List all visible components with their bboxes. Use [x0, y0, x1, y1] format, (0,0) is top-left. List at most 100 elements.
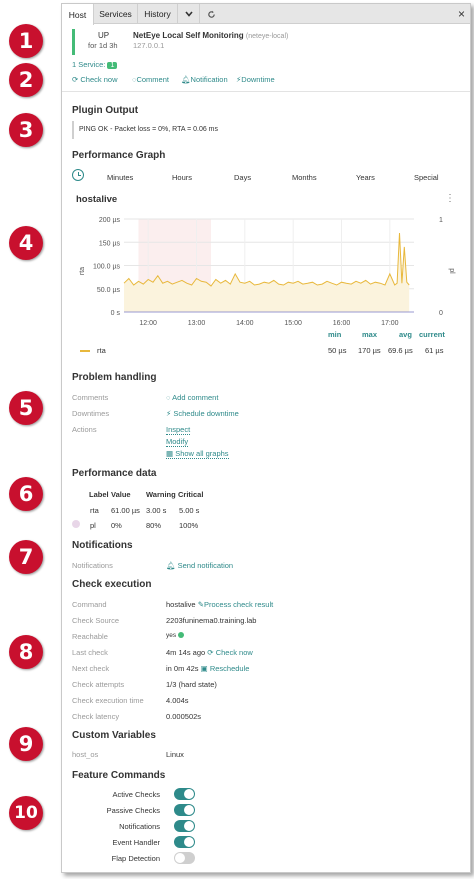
execution-time-label: Check execution time — [72, 696, 144, 705]
step-badge-3: 3 — [9, 113, 43, 147]
host-display-name: NetEye Local Self Monitoring — [133, 31, 244, 40]
plugin-output-bar — [72, 121, 74, 139]
process-check-result-label: Process check result — [204, 600, 274, 609]
range-hours[interactable]: Hours — [172, 173, 192, 182]
y-tick-label: 0 s — [111, 310, 121, 317]
legend-max-value: 170 µs — [358, 346, 381, 355]
add-comment-label: Add comment — [172, 393, 219, 402]
chevron-down-icon[interactable] — [178, 4, 200, 24]
reschedule-link[interactable]: ▣ Reschedule — [201, 664, 250, 673]
legend-avg-value: 69.6 µs — [388, 346, 413, 355]
perfdata-header-warning: Warning — [146, 490, 176, 499]
check-attempts-label: Check attempts — [72, 680, 125, 689]
refresh-icon: ⟳ — [72, 75, 79, 84]
refresh-icon[interactable] — [200, 4, 222, 24]
performance-chart: 200 µs 150 µs 100.0 µs 50.0 µs 0 s 1 0 12:00 13:… — [79, 217, 455, 327]
reachable-value: yes — [166, 632, 184, 639]
performance-graph-title: Performance Graph — [72, 150, 166, 161]
range-months[interactable]: Months — [292, 173, 317, 182]
plug-icon: ⚡︎ — [166, 409, 172, 418]
passive-checks-label: Passive Checks — [106, 806, 160, 815]
downtimes-label: Downtimes — [72, 409, 110, 418]
performance-data-title: Performance data — [72, 468, 157, 479]
legend-min-value: 50 µs — [328, 346, 347, 355]
chart-icon: ▦ — [166, 449, 174, 458]
show-all-graphs-label: Show all graphs — [175, 449, 229, 458]
plugin-output-title: Plugin Output — [72, 105, 139, 116]
tab-history[interactable]: History — [138, 4, 178, 24]
check-source-value: 2203funinema0.training.lab — [166, 616, 257, 625]
close-icon[interactable]: × — [458, 7, 465, 21]
notification-action[interactable]: 🔔︎Notification — [181, 75, 228, 84]
custom-variables-title: Custom Variables — [72, 730, 156, 741]
y-tick-label: 200 µs — [99, 217, 121, 224]
x-tick-label: 13:00 — [188, 320, 206, 327]
add-comment-link[interactable]: ◌ Add comment — [166, 393, 218, 402]
host-os-value: Linux — [166, 750, 184, 759]
downtime-label: Downtime — [241, 75, 275, 84]
step-badge-1: 1 — [9, 24, 43, 58]
legend-swatch — [80, 350, 90, 352]
check-now-link[interactable]: ⟳ Check now — [207, 648, 253, 657]
x-tick-label: 12:00 — [139, 320, 157, 327]
modify-link[interactable]: Modify — [166, 437, 189, 447]
pl-color-dot — [72, 520, 80, 528]
schedule-downtime-link[interactable]: ⚡︎ Schedule downtime — [166, 409, 239, 418]
comment-label: Comment — [136, 75, 169, 84]
clock-icon[interactable] — [72, 169, 84, 181]
plugin-output-text: PING OK - Packet loss = 0%, RTA = 0.06 m… — [79, 126, 219, 133]
send-notification-link[interactable]: 🔔︎ Send notification — [166, 561, 233, 570]
range-special[interactable]: Special — [414, 173, 439, 182]
flap-detection-toggle[interactable] — [174, 852, 195, 864]
legend-header-current: current — [419, 330, 445, 339]
show-all-graphs-link[interactable]: ▦ Show all graphs — [166, 449, 229, 459]
x-tick-label: 17:00 — [381, 320, 399, 327]
perfdata-header-value: Value — [111, 490, 131, 499]
range-minutes[interactable]: Minutes — [107, 173, 133, 182]
services-summary[interactable]: 1 Service: 1 — [72, 60, 118, 69]
y-tick-label: 150 µs — [99, 240, 121, 247]
reachable-ok-icon — [177, 632, 184, 639]
notification-label: Notification — [190, 75, 228, 84]
check-latency-label: Check latency — [72, 712, 120, 721]
step-badge-2: 2 — [9, 63, 43, 97]
legend-current-value: 61 µs — [425, 346, 444, 355]
graph-title: hostalive — [76, 194, 118, 205]
bell-icon: 🔔︎ — [166, 561, 176, 570]
host-state-duration: for 1d 3h — [88, 41, 118, 50]
x-tick-label: 16:00 — [333, 320, 351, 327]
reachable-text: yes — [166, 632, 177, 639]
check-attempts-value: 1/3 (hard state) — [166, 680, 217, 689]
inspect-link[interactable]: Inspect — [166, 425, 191, 435]
reschedule-label: Reschedule — [209, 664, 250, 673]
feature-commands-title: Feature Commands — [72, 770, 166, 781]
next-check-time: in 0m 42s — [166, 664, 199, 673]
tab-host[interactable]: Host — [62, 4, 94, 25]
event-handler-toggle[interactable] — [174, 836, 195, 848]
step-badge-8: 8 — [9, 635, 43, 669]
host-name: NetEye Local Self Monitoring (neteye-loc… — [133, 31, 288, 40]
command-value: hostalive ✎Process check result — [166, 600, 273, 609]
active-checks-toggle[interactable] — [174, 788, 195, 800]
check-now-action[interactable]: ⟳ Check now — [72, 75, 118, 84]
comment-action[interactable]: ◌Comment — [132, 75, 169, 84]
downtime-action[interactable]: ⚡︎Downtime — [236, 75, 275, 84]
comment-icon: ◌ — [166, 393, 171, 402]
check-source-label: Check Source — [72, 616, 120, 625]
process-check-result-link[interactable]: ✎Process check result — [198, 600, 274, 609]
tab-services[interactable]: Services — [94, 4, 138, 24]
more-options-icon[interactable]: ⋮ — [445, 193, 455, 204]
range-years[interactable]: Years — [356, 173, 375, 182]
y-axis-label-right: pl — [448, 268, 455, 274]
range-days[interactable]: Days — [234, 173, 251, 182]
notifications-toggle[interactable] — [174, 820, 195, 832]
refresh-icon: ⟳ — [207, 648, 214, 657]
passive-checks-toggle[interactable] — [174, 804, 195, 816]
check-execution-title: Check execution — [72, 579, 152, 590]
divider — [62, 91, 470, 92]
command-name: hostalive — [166, 600, 196, 609]
comments-label: Comments — [72, 393, 109, 402]
y-tick-label: 100.0 µs — [93, 264, 120, 271]
perfdata-row-critical: 100% — [179, 521, 199, 530]
perfdata-row-value: 61.00 µs — [111, 506, 140, 515]
